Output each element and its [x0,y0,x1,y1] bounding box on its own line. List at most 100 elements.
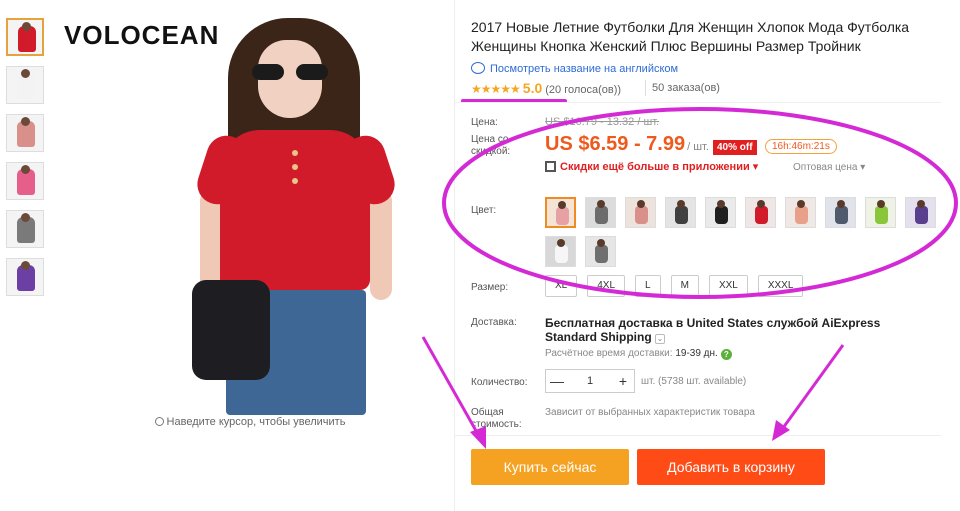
swatch-head [877,200,885,208]
zoom-hint: Наведите курсор, чтобы увеличить [60,416,440,428]
swatch-head [637,200,645,208]
swatch-head [917,200,925,208]
product-thumbnail[interactable] [6,66,44,104]
product-thumbnail[interactable] [6,210,44,248]
swatch-shirt [915,206,928,224]
main-product-image[interactable]: VOLOCEAN Наведите курсор, чтобы увеличит… [60,10,440,428]
product-thumbnail[interactable] [6,162,44,200]
thumbnail-head [22,22,31,31]
thumbnail-list [6,18,46,306]
swatch-shirt [755,206,768,224]
size-option[interactable]: XL [545,275,578,297]
swatch-head [558,201,566,209]
swatch-head [797,200,805,208]
app-promo-link[interactable]: Скидки ещё больше в приложении ▾ [545,160,758,173]
help-icon[interactable]: ? [720,349,732,360]
rating-separator [645,80,646,96]
handbag [192,280,270,380]
swatch-shirt [595,206,608,224]
quantity-input[interactable]: 1 [568,370,612,392]
total-note: Зависит от выбранных характеристик товар… [545,407,755,418]
color-swatch[interactable] [625,197,656,228]
quantity-stepper: — 1 + [545,369,635,393]
brand-logo: VOLOCEAN [64,20,220,50]
color-swatch[interactable] [585,236,616,267]
rating-stars[interactable]: ★★★★★ [471,82,521,96]
buy-now-button[interactable]: Купить сейчас [471,449,629,485]
countdown-timer: 16h:46m:21s [765,139,837,154]
color-label: Цвет: [471,205,497,216]
color-swatch[interactable] [545,236,576,267]
qr-code-icon [545,161,556,172]
discount-badge: 40% off [713,140,757,155]
swatch-head [557,239,565,247]
thumbnail-head [21,69,30,78]
swatch-shirt [715,206,728,224]
translate-title-text: Посмотреть название на английском [490,63,679,75]
model-arm-right [370,190,392,300]
chevron-down-icon[interactable]: ⌄ [655,334,666,344]
size-option[interactable]: L [635,275,661,297]
original-price: US $10.79 - 13.32 / шт. [545,116,660,128]
swatch-head [597,200,605,208]
stock-available: шт. (5738 шт. available) [641,376,747,387]
color-swatch[interactable] [665,197,696,228]
translate-icon [471,62,485,74]
color-swatch[interactable] [585,197,616,228]
rating-value: 5.0 [522,80,543,96]
orders-count: 50 заказа(ов) [652,82,720,94]
product-thumbnail[interactable] [6,18,44,56]
search-icon [154,417,164,426]
product-info-panel: 2017 Новые Летние Футболки Для Женщин Хл… [454,0,950,511]
swatch-shirt [675,206,688,224]
color-swatches [545,197,945,275]
size-option[interactable]: XXXL [757,275,804,297]
swatch-head [837,200,845,208]
size-option[interactable]: XXL [708,275,748,297]
shipping-method-text: Бесплатная доставка в United States служ… [545,316,881,344]
sunglasses [252,64,328,80]
rating-row: ★★★★★ 5.0 (20 голоса(ов)) 50 заказа(ов) [471,80,941,98]
color-swatch[interactable] [745,197,776,228]
rating-votes[interactable]: (20 голоса(ов)) [545,84,621,96]
color-swatch[interactable] [905,197,936,228]
delivery-time: Расчётное время доставки: 19-39 дн.? [545,348,732,360]
product-title: 2017 Новые Летние Футболки Для Женщин Хл… [471,19,910,54]
add-to-cart-button[interactable]: Добавить в корзину [637,449,825,485]
total-label: Общая стоимость: [471,407,522,430]
swatch-shirt [835,206,848,224]
swatch-shirt [875,206,888,224]
thumbnail-head [21,261,30,270]
sale-price-value: US $6.59 - 7.99 [545,133,686,155]
size-option[interactable]: 4XL [587,275,626,297]
color-swatch[interactable] [865,197,896,228]
delivery-time-label: Расчётное время доставки: [545,348,673,359]
shipping-method[interactable]: Бесплатная доставка в United States служ… [545,316,925,344]
shipping-label: Доставка: [471,317,517,328]
wholesale-price-dropdown[interactable]: Оптовая цена ▾ [793,162,865,173]
color-swatch[interactable] [825,197,856,228]
quantity-increase-button[interactable]: + [612,370,634,392]
sale-price: US $6.59 - 7.99/ шт. [545,133,709,156]
size-options: XL 4XL L M XXL XXXL [545,275,813,297]
size-option[interactable]: M [670,275,699,297]
color-swatch[interactable] [785,197,816,228]
zoom-hint-text: Наведите курсор, чтобы увеличить [166,416,346,428]
color-swatch[interactable] [545,197,576,228]
swatch-head [597,239,605,247]
swatch-shirt [595,245,608,263]
thumbnail-head [21,165,30,174]
swatch-head [757,200,765,208]
price-unit: / шт. [687,141,709,153]
translate-title-link[interactable]: Посмотреть название на английском [471,62,678,75]
quantity-decrease-button[interactable]: — [546,370,568,392]
product-thumbnail[interactable] [6,114,44,152]
shirt-buttons [292,150,302,192]
swatch-shirt [795,206,808,224]
quantity-label: Количество: [471,377,528,388]
swatch-head [677,200,685,208]
discount-price-label: Цена со скидкой: [471,134,511,157]
size-label: Размер: [471,282,509,293]
product-thumbnail[interactable] [6,258,44,296]
color-swatch[interactable] [705,197,736,228]
